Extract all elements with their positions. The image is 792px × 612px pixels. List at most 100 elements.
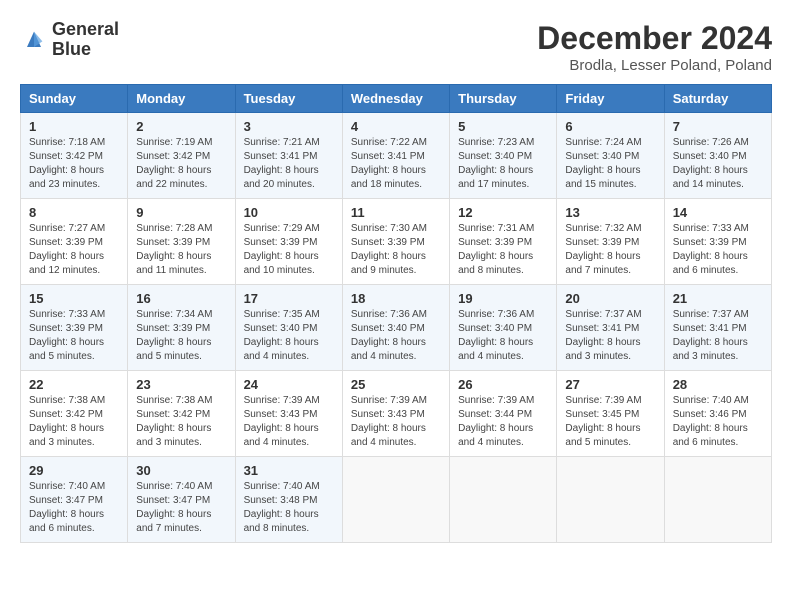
day-header-friday: Friday [557,85,664,113]
day-info: Sunrise: 7:21 AM Sunset: 3:41 PM Dayligh… [244,136,334,192]
calendar-cell: 5 Sunrise: 7:23 AM Sunset: 3:40 PM Dayli… [450,113,557,199]
logo-text: General Blue [52,20,119,60]
calendar-cell: 10 Sunrise: 7:29 AM Sunset: 3:39 PM Dayl… [235,199,342,285]
calendar-cell: 3 Sunrise: 7:21 AM Sunset: 3:41 PM Dayli… [235,113,342,199]
day-number: 17 [244,291,334,306]
day-number: 14 [673,205,763,220]
day-number: 18 [351,291,441,306]
calendar-cell: 12 Sunrise: 7:31 AM Sunset: 3:39 PM Dayl… [450,199,557,285]
calendar-cell: 22 Sunrise: 7:38 AM Sunset: 3:42 PM Dayl… [21,371,128,457]
day-number: 10 [244,205,334,220]
calendar-cell: 8 Sunrise: 7:27 AM Sunset: 3:39 PM Dayli… [21,199,128,285]
day-header-thursday: Thursday [450,85,557,113]
day-info: Sunrise: 7:32 AM Sunset: 3:39 PM Dayligh… [565,222,655,278]
day-number: 31 [244,463,334,478]
day-info: Sunrise: 7:39 AM Sunset: 3:45 PM Dayligh… [565,394,655,450]
day-info: Sunrise: 7:40 AM Sunset: 3:46 PM Dayligh… [673,394,763,450]
logo: General Blue [20,20,119,60]
day-number: 1 [29,119,119,134]
day-info: Sunrise: 7:37 AM Sunset: 3:41 PM Dayligh… [673,308,763,364]
day-number: 13 [565,205,655,220]
day-number: 12 [458,205,548,220]
title-block: December 2024 Brodla, Lesser Poland, Pol… [537,20,772,74]
day-info: Sunrise: 7:36 AM Sunset: 3:40 PM Dayligh… [458,308,548,364]
calendar-cell: 17 Sunrise: 7:35 AM Sunset: 3:40 PM Dayl… [235,285,342,371]
day-number: 22 [29,377,119,392]
day-info: Sunrise: 7:38 AM Sunset: 3:42 PM Dayligh… [136,394,226,450]
day-number: 8 [29,205,119,220]
month-title: December 2024 [537,20,772,57]
day-number: 25 [351,377,441,392]
day-info: Sunrise: 7:19 AM Sunset: 3:42 PM Dayligh… [136,136,226,192]
page-header: General Blue December 2024 Brodla, Lesse… [20,20,772,74]
day-header-sunday: Sunday [21,85,128,113]
calendar-cell: 29 Sunrise: 7:40 AM Sunset: 3:47 PM Dayl… [21,457,128,543]
day-number: 28 [673,377,763,392]
calendar-cell: 18 Sunrise: 7:36 AM Sunset: 3:40 PM Dayl… [342,285,449,371]
day-info: Sunrise: 7:18 AM Sunset: 3:42 PM Dayligh… [29,136,119,192]
calendar-cell: 14 Sunrise: 7:33 AM Sunset: 3:39 PM Dayl… [664,199,771,285]
day-number: 5 [458,119,548,134]
day-number: 11 [351,205,441,220]
calendar-cell: 2 Sunrise: 7:19 AM Sunset: 3:42 PM Dayli… [128,113,235,199]
day-header-saturday: Saturday [664,85,771,113]
day-number: 4 [351,119,441,134]
day-header-wednesday: Wednesday [342,85,449,113]
day-info: Sunrise: 7:40 AM Sunset: 3:47 PM Dayligh… [29,480,119,536]
calendar-cell: 19 Sunrise: 7:36 AM Sunset: 3:40 PM Dayl… [450,285,557,371]
calendar-cell: 15 Sunrise: 7:33 AM Sunset: 3:39 PM Dayl… [21,285,128,371]
calendar-cell: 6 Sunrise: 7:24 AM Sunset: 3:40 PM Dayli… [557,113,664,199]
day-info: Sunrise: 7:28 AM Sunset: 3:39 PM Dayligh… [136,222,226,278]
calendar-cell [664,457,771,543]
day-number: 24 [244,377,334,392]
day-info: Sunrise: 7:39 AM Sunset: 3:43 PM Dayligh… [351,394,441,450]
day-info: Sunrise: 7:39 AM Sunset: 3:43 PM Dayligh… [244,394,334,450]
day-info: Sunrise: 7:38 AM Sunset: 3:42 PM Dayligh… [29,394,119,450]
calendar-cell: 24 Sunrise: 7:39 AM Sunset: 3:43 PM Dayl… [235,371,342,457]
day-number: 26 [458,377,548,392]
calendar-cell: 21 Sunrise: 7:37 AM Sunset: 3:41 PM Dayl… [664,285,771,371]
calendar-cell: 25 Sunrise: 7:39 AM Sunset: 3:43 PM Dayl… [342,371,449,457]
day-header-monday: Monday [128,85,235,113]
calendar-cell: 30 Sunrise: 7:40 AM Sunset: 3:47 PM Dayl… [128,457,235,543]
calendar-cell: 16 Sunrise: 7:34 AM Sunset: 3:39 PM Dayl… [128,285,235,371]
day-info: Sunrise: 7:40 AM Sunset: 3:48 PM Dayligh… [244,480,334,536]
day-info: Sunrise: 7:22 AM Sunset: 3:41 PM Dayligh… [351,136,441,192]
day-number: 19 [458,291,548,306]
day-number: 7 [673,119,763,134]
calendar-cell: 26 Sunrise: 7:39 AM Sunset: 3:44 PM Dayl… [450,371,557,457]
day-number: 29 [29,463,119,478]
day-info: Sunrise: 7:31 AM Sunset: 3:39 PM Dayligh… [458,222,548,278]
day-info: Sunrise: 7:40 AM Sunset: 3:47 PM Dayligh… [136,480,226,536]
day-info: Sunrise: 7:33 AM Sunset: 3:39 PM Dayligh… [673,222,763,278]
day-info: Sunrise: 7:35 AM Sunset: 3:40 PM Dayligh… [244,308,334,364]
calendar-cell: 31 Sunrise: 7:40 AM Sunset: 3:48 PM Dayl… [235,457,342,543]
day-info: Sunrise: 7:27 AM Sunset: 3:39 PM Dayligh… [29,222,119,278]
day-info: Sunrise: 7:34 AM Sunset: 3:39 PM Dayligh… [136,308,226,364]
day-info: Sunrise: 7:26 AM Sunset: 3:40 PM Dayligh… [673,136,763,192]
day-info: Sunrise: 7:29 AM Sunset: 3:39 PM Dayligh… [244,222,334,278]
calendar-cell [342,457,449,543]
day-info: Sunrise: 7:30 AM Sunset: 3:39 PM Dayligh… [351,222,441,278]
day-number: 16 [136,291,226,306]
day-info: Sunrise: 7:37 AM Sunset: 3:41 PM Dayligh… [565,308,655,364]
calendar-cell: 9 Sunrise: 7:28 AM Sunset: 3:39 PM Dayli… [128,199,235,285]
day-number: 23 [136,377,226,392]
day-info: Sunrise: 7:36 AM Sunset: 3:40 PM Dayligh… [351,308,441,364]
calendar-cell: 23 Sunrise: 7:38 AM Sunset: 3:42 PM Dayl… [128,371,235,457]
day-info: Sunrise: 7:24 AM Sunset: 3:40 PM Dayligh… [565,136,655,192]
calendar-cell: 1 Sunrise: 7:18 AM Sunset: 3:42 PM Dayli… [21,113,128,199]
day-number: 3 [244,119,334,134]
day-number: 15 [29,291,119,306]
day-number: 6 [565,119,655,134]
calendar-cell: 13 Sunrise: 7:32 AM Sunset: 3:39 PM Dayl… [557,199,664,285]
calendar-cell [557,457,664,543]
calendar-cell: 4 Sunrise: 7:22 AM Sunset: 3:41 PM Dayli… [342,113,449,199]
location: Brodla, Lesser Poland, Poland [537,57,772,74]
calendar-cell [450,457,557,543]
day-header-tuesday: Tuesday [235,85,342,113]
calendar-cell: 7 Sunrise: 7:26 AM Sunset: 3:40 PM Dayli… [664,113,771,199]
day-info: Sunrise: 7:23 AM Sunset: 3:40 PM Dayligh… [458,136,548,192]
day-number: 21 [673,291,763,306]
day-number: 20 [565,291,655,306]
